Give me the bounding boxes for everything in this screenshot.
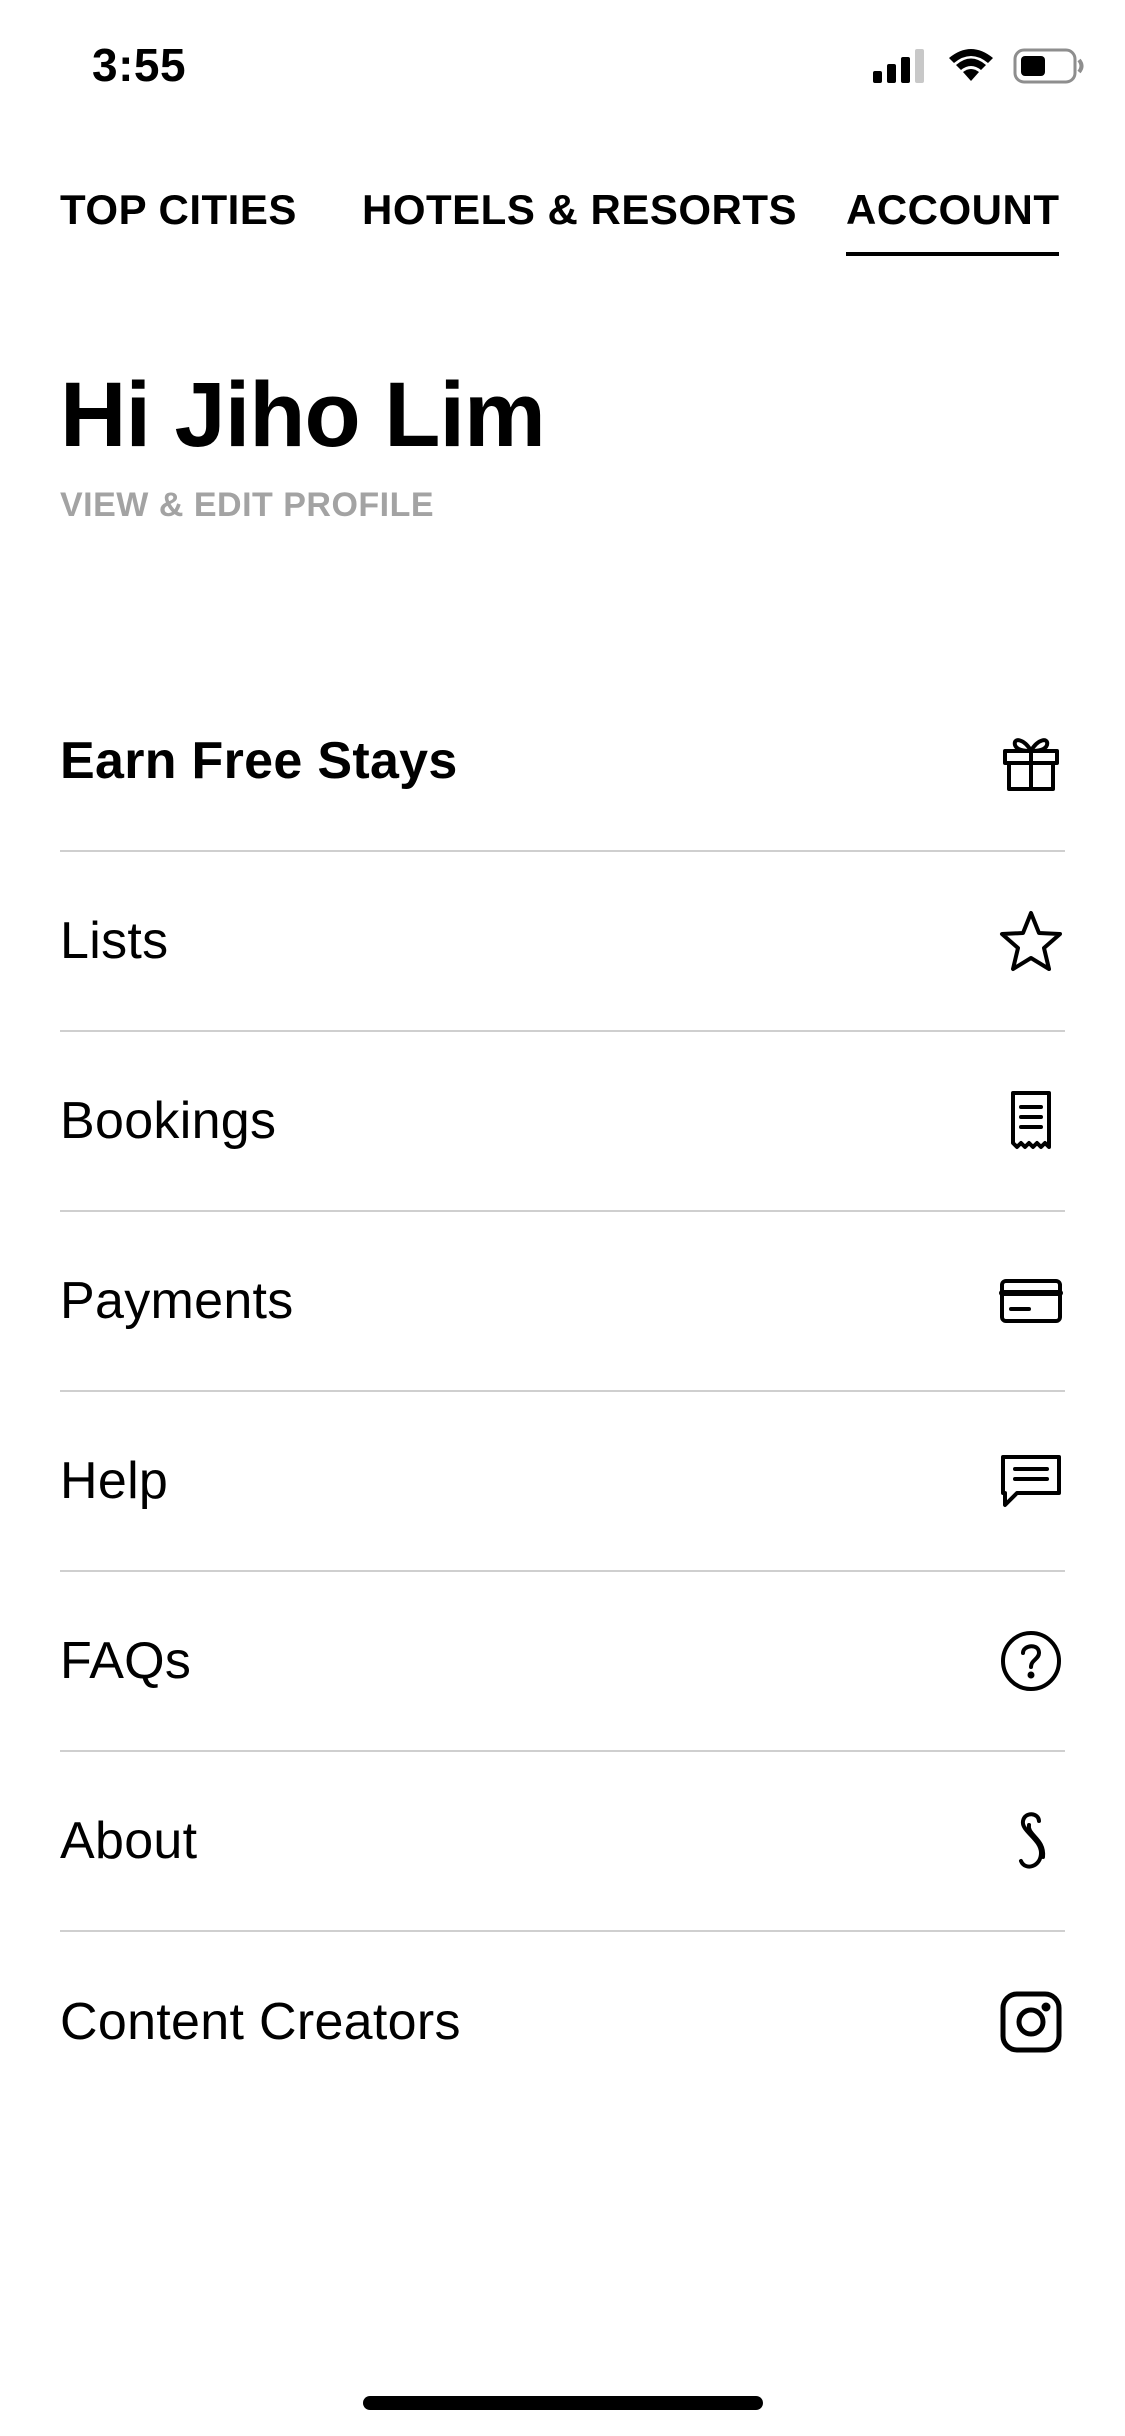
- view-edit-profile-link[interactable]: VIEW & EDIT PROFILE: [60, 486, 434, 525]
- account-menu: Earn Free Stays Lists Bookings Payments …: [60, 672, 1065, 2112]
- menu-item-label: Payments: [60, 1272, 294, 1330]
- menu-item-lists[interactable]: Lists: [60, 852, 1065, 1032]
- menu-item-label: Lists: [60, 912, 169, 970]
- status-bar: 3:55: [0, 0, 1125, 132]
- menu-item-earn-free-stays[interactable]: Earn Free Stays: [60, 672, 1065, 852]
- instagram-icon: [997, 1988, 1065, 2056]
- credit-card-icon: [997, 1267, 1065, 1335]
- top-nav: TOP CITIES HOTELS & RESORTS ACCOUNT: [60, 180, 1065, 260]
- menu-item-label: Bookings: [60, 1092, 277, 1150]
- gift-icon: [997, 727, 1065, 795]
- menu-item-label: Content Creators: [60, 1993, 461, 2051]
- status-time: 3:55: [92, 39, 187, 91]
- menu-item-bookings[interactable]: Bookings: [60, 1032, 1065, 1212]
- chat-bubble-icon: [997, 1447, 1065, 1515]
- cellular-signal-icon: [873, 49, 924, 83]
- battery-icon: [1013, 48, 1084, 84]
- menu-item-faqs[interactable]: FAQs: [60, 1572, 1065, 1752]
- tab-top-cities[interactable]: TOP CITIES: [60, 180, 297, 240]
- menu-item-label: FAQs: [60, 1632, 192, 1690]
- wifi-icon: [949, 49, 993, 81]
- star-icon: [997, 907, 1065, 975]
- menu-item-about[interactable]: About: [60, 1752, 1065, 1932]
- menu-item-label: Earn Free Stays: [60, 732, 458, 790]
- question-circle-icon: [997, 1627, 1065, 1695]
- menu-item-payments[interactable]: Payments: [60, 1212, 1065, 1392]
- tab-account[interactable]: ACCOUNT: [846, 180, 1060, 256]
- menu-item-label: Help: [60, 1452, 169, 1510]
- menu-item-label: About: [60, 1812, 198, 1870]
- tab-hotels-resorts[interactable]: HOTELS & RESORTS: [362, 180, 797, 240]
- status-icons: [873, 48, 1085, 84]
- menu-item-content-creators[interactable]: Content Creators: [60, 1932, 1065, 2112]
- home-indicator[interactable]: [363, 2396, 763, 2410]
- brand-s-icon: [997, 1807, 1065, 1875]
- menu-item-help[interactable]: Help: [60, 1392, 1065, 1572]
- page-title: Hi Jiho Lim: [60, 364, 546, 466]
- receipt-icon: [997, 1087, 1065, 1155]
